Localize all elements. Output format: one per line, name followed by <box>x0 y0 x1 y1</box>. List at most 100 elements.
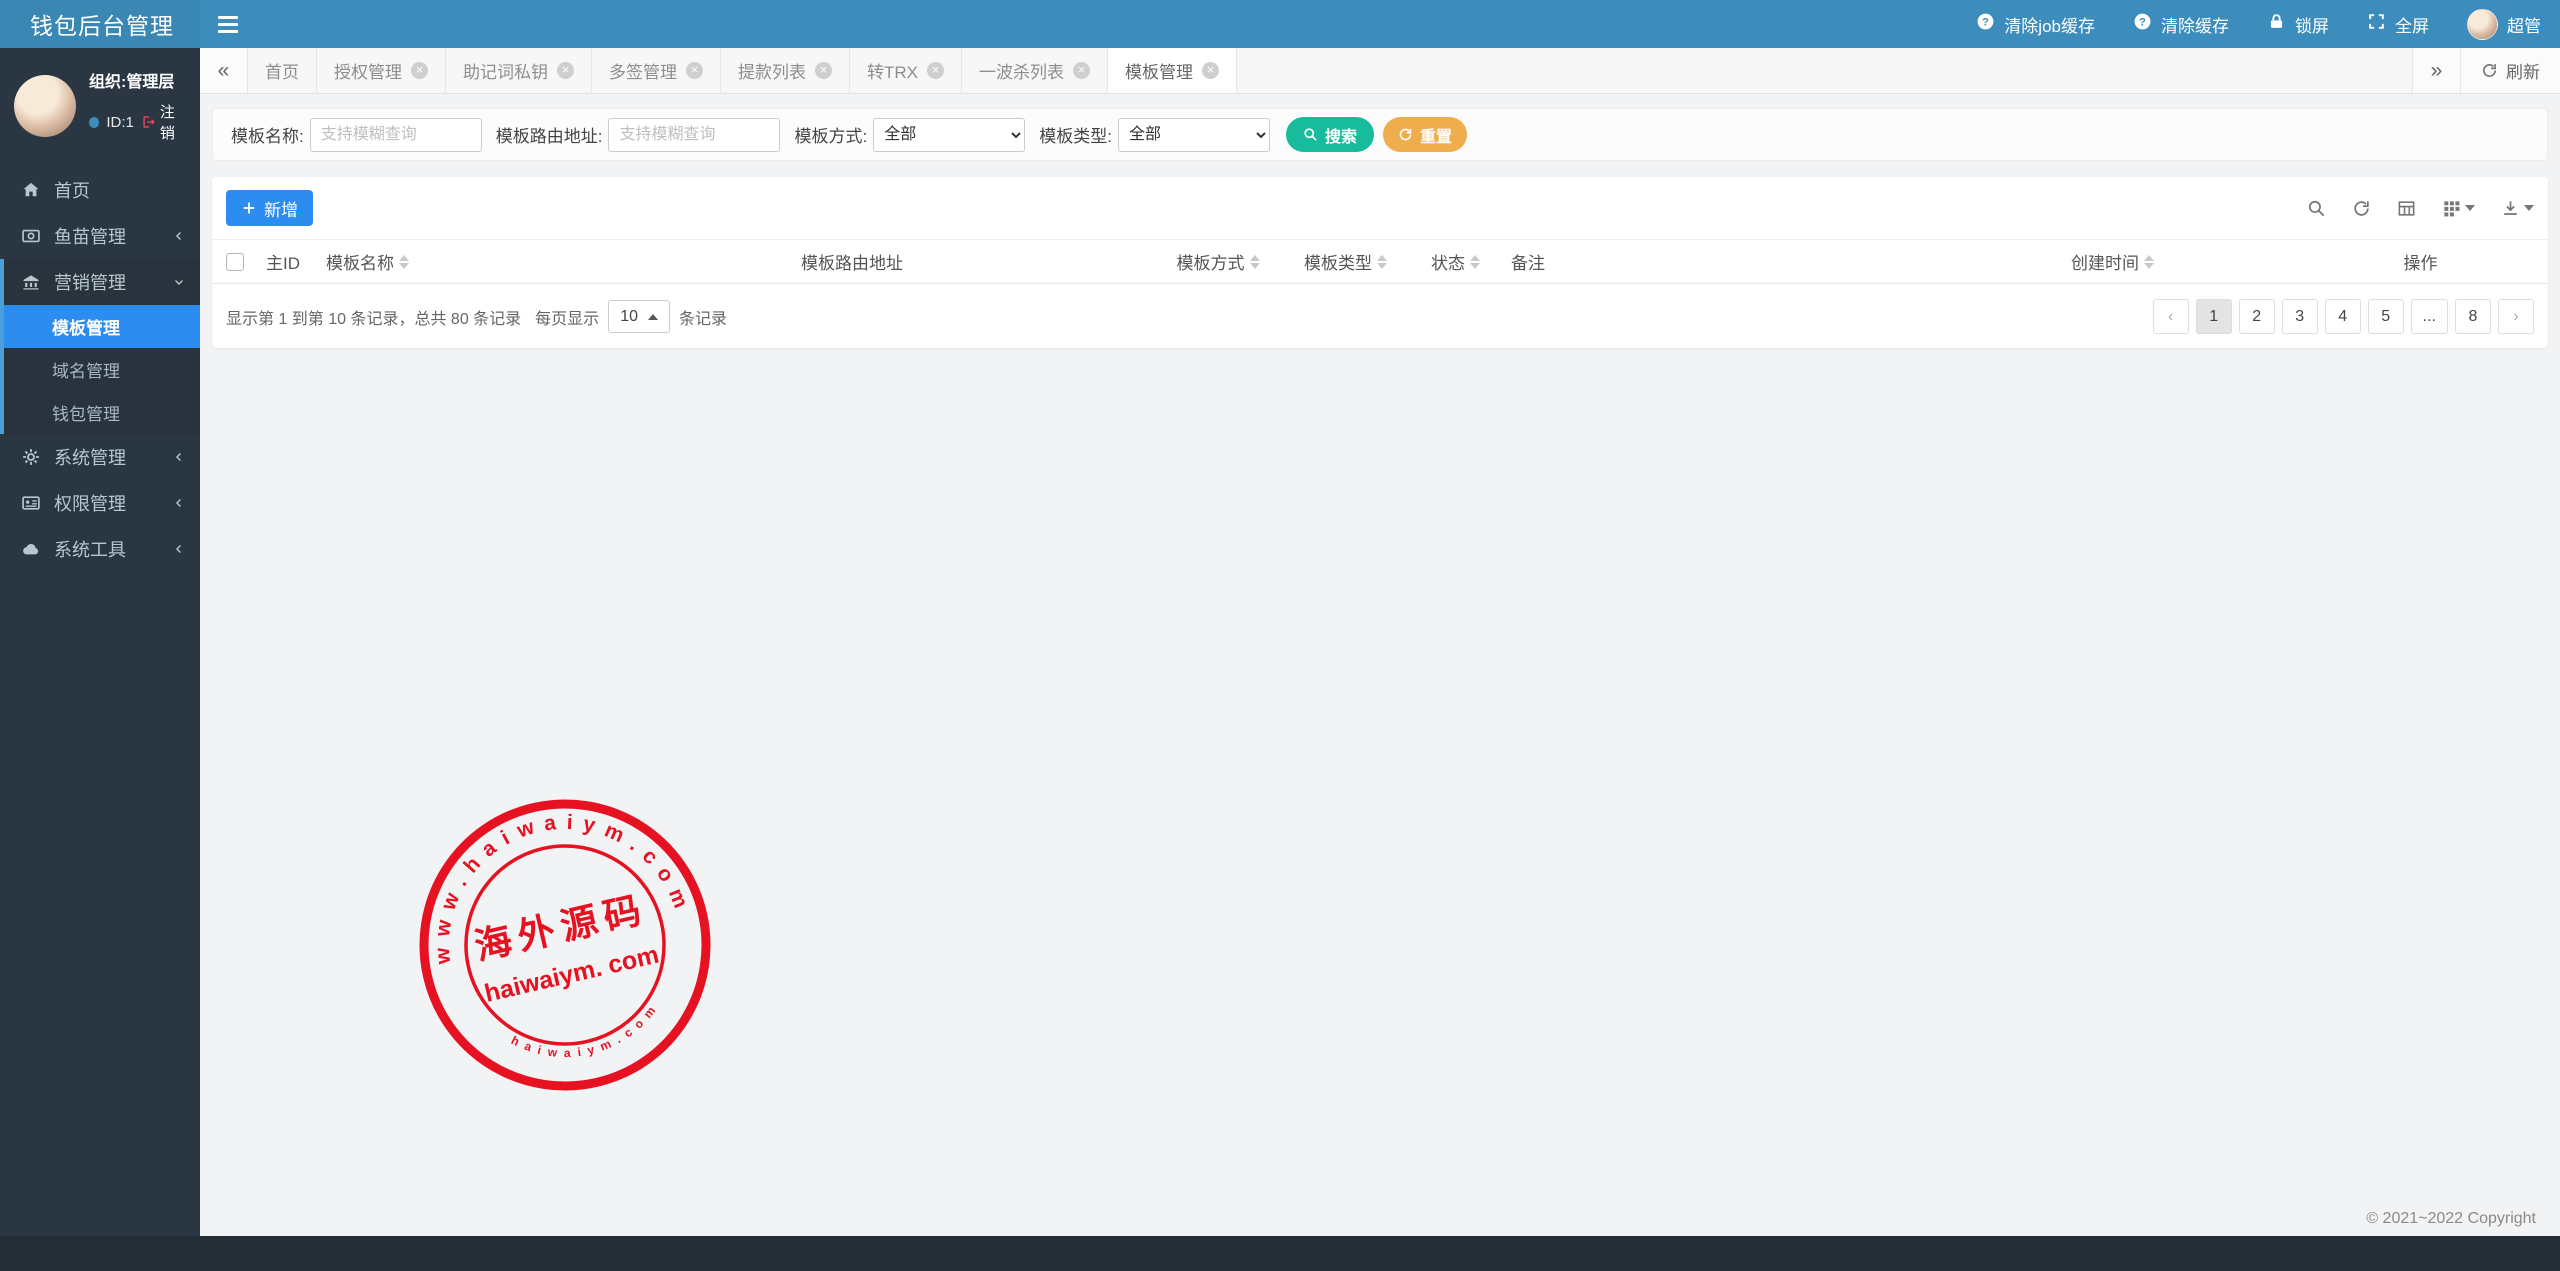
reset-button[interactable]: 重置 <box>1383 117 1467 152</box>
user-menu[interactable]: 超管 <box>2448 0 2560 48</box>
sidebar-item-0[interactable]: 首页 <box>0 167 200 213</box>
template-type-select[interactable]: 全部 <box>1118 118 1270 152</box>
sidebar-subitem-2-1[interactable]: 域名管理 <box>4 348 200 391</box>
column-label: 模板路由地址 <box>801 249 903 274</box>
fullscreen-button[interactable]: 全屏 <box>2348 0 2448 48</box>
chevron-down-icon <box>172 275 186 289</box>
tab-close-icon[interactable]: × <box>1202 62 1219 79</box>
template-method-select[interactable]: 全部 <box>873 118 1025 152</box>
page-button-5[interactable]: 5 <box>2368 299 2404 334</box>
tab-1[interactable]: 授权管理 × <box>317 48 446 93</box>
column-header-2: 模板路由地址 <box>793 240 1153 284</box>
tab-bar: « 首页授权管理×助记词私钥×多签管理×提款列表×转TRX×一波杀列表×模板管理… <box>200 48 2560 94</box>
avatar <box>14 75 76 137</box>
page-ellipsis: ... <box>2411 299 2448 334</box>
sidebar-item-label: 首页 <box>54 177 90 203</box>
tab-5[interactable]: 转TRX × <box>850 48 962 93</box>
export-icon[interactable] <box>2501 199 2534 218</box>
sort-icon[interactable] <box>1250 255 1260 269</box>
filter-route-label: 模板路由地址: <box>496 122 603 147</box>
sidebar-item-3[interactable]: 系统管理 <box>0 434 200 480</box>
sort-icon[interactable] <box>2144 255 2154 269</box>
tab-close-icon[interactable]: × <box>557 62 574 79</box>
columns-icon[interactable] <box>2442 199 2475 218</box>
logout-button[interactable]: 注销 <box>141 101 188 143</box>
sidebar-item-label: 鱼苗管理 <box>54 223 126 249</box>
refresh-tab-button[interactable]: 刷新 <box>2460 48 2560 93</box>
page-button-4[interactable]: 4 <box>2325 299 2361 334</box>
column-label: 模板类型 <box>1304 249 1372 274</box>
hamburger-icon[interactable] <box>200 0 256 48</box>
tab-label: 提款列表 <box>738 58 806 83</box>
screen: 钱包后台管理 ?清除job缓存?清除缓存锁屏全屏 超管 组织:管理层 ID:1 … <box>0 0 2560 1271</box>
column-header-6: 备注 <box>1503 240 2063 284</box>
tab-0[interactable]: 首页 <box>248 48 317 93</box>
page-button-3[interactable]: 3 <box>2282 299 2318 334</box>
tab-close-icon[interactable]: × <box>815 62 832 79</box>
sidebar-item-5[interactable]: 系统工具 <box>0 526 200 572</box>
tab-2[interactable]: 助记词私钥 × <box>446 48 592 93</box>
pagination-info: 显示第 1 到第 10 条记录，总共 80 条记录 <box>226 305 521 329</box>
search-button[interactable]: 搜索 <box>1286 117 1374 152</box>
copyright: © 2021~2022 Copyright <box>2366 1210 2536 1228</box>
page-prev-button[interactable]: ‹ <box>2153 299 2189 334</box>
sidebar-subitem-2-0[interactable]: 模板管理 <box>4 305 200 348</box>
column-header-7[interactable]: 创建时间 <box>2063 240 2293 284</box>
column-label: 状态 <box>1431 249 1465 274</box>
clear-cache-label: 清除缓存 <box>2161 12 2229 37</box>
sidebar-item-1[interactable]: 鱼苗管理 <box>0 213 200 259</box>
template-route-input[interactable] <box>608 118 780 152</box>
tab-close-icon[interactable]: × <box>927 62 944 79</box>
home-icon <box>21 180 41 200</box>
page-button-8[interactable]: 8 <box>2455 299 2491 334</box>
fullscreen-label: 全屏 <box>2395 12 2429 37</box>
tabs-scroll-right-icon[interactable]: » <box>2412 48 2460 93</box>
column-label: 操作 <box>2404 249 2438 274</box>
column-header-1[interactable]: 模板名称 <box>318 240 793 284</box>
clear-job-cache-button[interactable]: ?清除job缓存 <box>1957 0 2114 48</box>
tab-label: 首页 <box>265 58 299 83</box>
user-role: 超管 <box>2507 12 2541 37</box>
table-view-icon[interactable] <box>2397 199 2416 218</box>
tab-7[interactable]: 模板管理× <box>1108 48 1237 93</box>
reset-icon <box>1398 127 1413 142</box>
tab-label: 授权管理 <box>334 58 402 83</box>
tab-close-icon[interactable]: × <box>411 62 428 79</box>
lock-screen-label: 锁屏 <box>2295 12 2329 37</box>
filter-panel: 模板名称: 模板路由地址: 模板方式: 全部 模板类型: 全部 搜索 重置 <box>212 108 2548 161</box>
tab-4[interactable]: 提款列表 × <box>721 48 850 93</box>
sort-icon[interactable] <box>1377 255 1387 269</box>
clear-cache-button[interactable]: ?清除缓存 <box>2114 0 2248 48</box>
filter-type-label: 模板类型: <box>1039 122 1112 147</box>
column-header-4[interactable]: 模板类型 <box>1283 240 1408 284</box>
tab-label: 转TRX <box>867 58 918 83</box>
template-name-input[interactable] <box>310 118 482 152</box>
table-card: 新增 主ID模板名称模板 <box>212 177 2548 348</box>
column-header-3[interactable]: 模板方式 <box>1153 240 1283 284</box>
sidebar-item-2[interactable]: 营销管理 <box>4 259 200 305</box>
page-button-2[interactable]: 2 <box>2239 299 2275 334</box>
tab-close-icon[interactable]: × <box>1073 62 1090 79</box>
column-header-5[interactable]: 状态 <box>1408 240 1503 284</box>
svg-text:?: ? <box>1982 16 1989 28</box>
sort-icon[interactable] <box>399 255 409 269</box>
tab-label: 助记词私钥 <box>463 58 548 83</box>
sidebar: 组织:管理层 ID:1 注销 首页鱼苗管理营销管理模板管理域名管理钱包管理系统管… <box>0 48 200 1236</box>
tab-close-icon[interactable]: × <box>686 62 703 79</box>
sidebar-item-4[interactable]: 权限管理 <box>0 480 200 526</box>
sidebar-item-label: 系统工具 <box>54 536 126 562</box>
add-button[interactable]: 新增 <box>226 190 313 226</box>
tab-6[interactable]: 一波杀列表× <box>962 48 1108 93</box>
select-all-checkbox[interactable] <box>226 253 244 271</box>
column-header-0: 主ID <box>258 240 318 284</box>
tab-3[interactable]: 多签管理× <box>592 48 721 93</box>
per-page-select[interactable]: 10 <box>608 300 670 333</box>
table-refresh-icon[interactable] <box>2352 199 2371 218</box>
sort-icon[interactable] <box>1470 255 1480 269</box>
lock-screen-button[interactable]: 锁屏 <box>2248 0 2348 48</box>
table-search-icon[interactable] <box>2307 199 2326 218</box>
sidebar-subitem-2-2[interactable]: 钱包管理 <box>4 391 200 434</box>
page-next-button[interactable]: › <box>2498 299 2534 334</box>
tabs-scroll-left-icon[interactable]: « <box>200 48 248 93</box>
page-button-1[interactable]: 1 <box>2196 299 2232 334</box>
